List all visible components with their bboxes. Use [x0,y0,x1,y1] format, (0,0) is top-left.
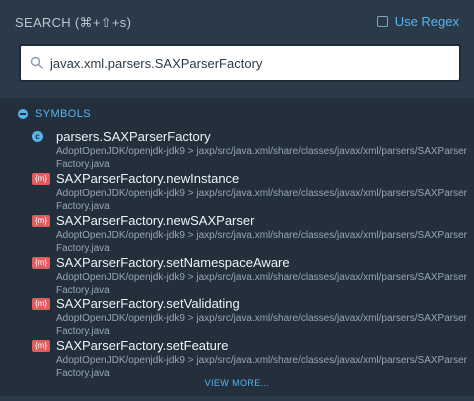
result-title: SAXParserFactory.setFeature [56,338,229,353]
result-title: SAXParserFactory.setValidating [56,296,240,311]
symbols-section-label: SYMBOLS [35,108,91,120]
method-icon: {m} [32,340,50,352]
result-path: AdoptOpenJDK/openjdk-jdk9 > jaxp/src/jav… [56,230,468,254]
collapse-icon [18,109,28,119]
result-item[interactable]: {m} SAXParserFactory.setNamespaceAware A… [0,255,474,296]
bottom-border [0,396,474,401]
view-more-link[interactable]: VIEW MORE... [0,378,474,388]
result-title: SAXParserFactory.newInstance [56,171,240,186]
search-header: SEARCH (⌘+⇧+s) Use Regex [0,0,474,44]
result-path: AdoptOpenJDK/openjdk-jdk9 > jaxp/src/jav… [56,313,468,337]
results-panel: SYMBOLS c parsers.SAXParserFactory Adopt… [0,98,474,401]
result-item[interactable]: c parsers.SAXParserFactory AdoptOpenJDK/… [0,129,474,170]
method-icon: {m} [32,257,50,269]
search-input[interactable] [50,55,459,71]
result-item[interactable]: {m} SAXParserFactory.setValidating Adopt… [0,296,474,337]
symbols-section-toggle[interactable]: SYMBOLS [18,108,91,120]
result-path: AdoptOpenJDK/openjdk-jdk9 > jaxp/src/jav… [56,146,468,170]
result-path: AdoptOpenJDK/openjdk-jdk9 > jaxp/src/jav… [56,355,468,379]
result-item[interactable]: {m} SAXParserFactory.newInstance AdoptOp… [0,171,474,212]
method-icon: {m} [32,215,50,227]
class-icon: c [32,131,43,142]
search-title: SEARCH (⌘+⇧+s) [15,15,132,30]
use-regex-checkbox[interactable] [376,16,388,27]
use-regex-label: Use Regex [394,14,459,29]
search-box[interactable] [19,44,461,82]
result-path: AdoptOpenJDK/openjdk-jdk9 > jaxp/src/jav… [56,188,468,212]
method-icon: {m} [32,173,50,185]
method-icon: {m} [32,298,50,310]
result-title: SAXParserFactory.newSAXParser [56,213,255,228]
result-title: SAXParserFactory.setNamespaceAware [56,255,290,270]
result-title: parsers.SAXParserFactory [56,129,211,144]
search-icon [30,56,43,69]
result-item[interactable]: {m} SAXParserFactory.newSAXParser AdoptO… [0,213,474,254]
use-regex-toggle[interactable]: Use Regex [376,14,459,29]
result-item[interactable]: {m} SAXParserFactory.setFeature AdoptOpe… [0,338,474,379]
result-path: AdoptOpenJDK/openjdk-jdk9 > jaxp/src/jav… [56,272,468,296]
